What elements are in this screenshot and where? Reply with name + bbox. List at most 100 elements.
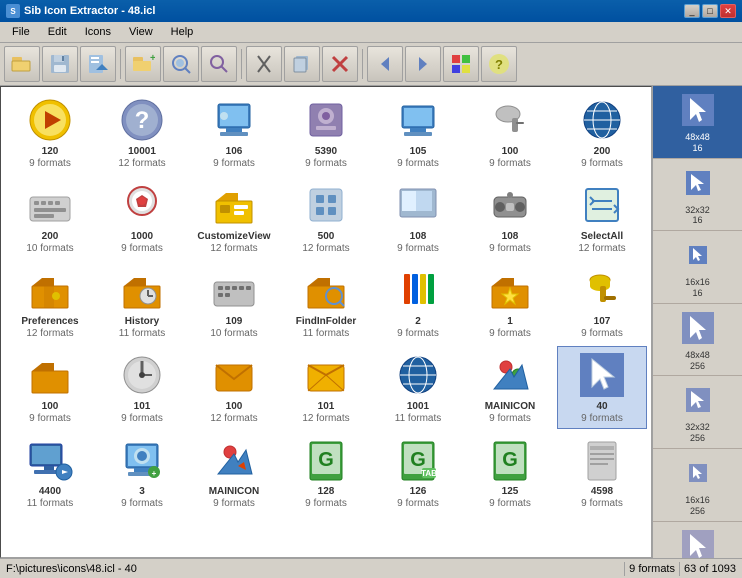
icon-cell-4[interactable]: 5390 9 formats (281, 91, 371, 174)
save-button[interactable] (42, 46, 78, 82)
icon-formats-9: 9 formats (121, 243, 163, 254)
panel-icon-4 (678, 308, 718, 348)
icon-cell-23[interactable]: 101 9 formats (97, 346, 187, 429)
icon-formats-8: 10 formats (26, 243, 73, 254)
panel-icon-3 (678, 235, 718, 275)
add-folder-button[interactable]: + (125, 46, 161, 82)
prev-button[interactable] (367, 46, 403, 82)
icon-cell-34[interactable]: G 125 9 formats (465, 431, 555, 514)
icon-formats-10: 12 formats (210, 243, 257, 254)
icon-cell-18[interactable]: FindInFolder 11 formats (281, 261, 371, 344)
icon-cell-24[interactable]: 100 12 formats (189, 346, 279, 429)
icon-cell-8[interactable]: 200 10 formats (5, 176, 95, 259)
windows-button[interactable] (443, 46, 479, 82)
sep1 (120, 49, 121, 79)
icon-formats-28: 9 formats (581, 413, 623, 424)
icon-cell-22[interactable]: 100 9 formats (5, 346, 95, 429)
icon-cell-29[interactable]: 4400 11 formats (5, 431, 95, 514)
panel-item-48x48-32bpp[interactable]: 48x4832bpp (653, 522, 742, 558)
icon-cell-19[interactable]: 2 9 formats (373, 261, 463, 344)
icon-cell-13[interactable]: 108 9 formats (465, 176, 555, 259)
panel-item-32x32-16[interactable]: 32x3216 (653, 159, 742, 232)
icon-formats-20: 9 formats (489, 328, 531, 339)
icon-cell-14[interactable]: SelectAll 12 formats (557, 176, 647, 259)
icon-cell-35[interactable]: 4598 9 formats (557, 431, 647, 514)
icon-cell-11[interactable]: 500 12 formats (281, 176, 371, 259)
menu-view[interactable]: View (121, 24, 161, 40)
menu-edit[interactable]: Edit (40, 24, 75, 40)
icon-cell-27[interactable]: MAINICON 9 formats (465, 346, 555, 429)
icon-name-9: 1000 (131, 231, 153, 243)
icon-name-8: 200 (42, 231, 59, 243)
icon-cell-12[interactable]: 108 9 formats (373, 176, 463, 259)
open-button[interactable] (4, 46, 40, 82)
icon-name-25: 101 (318, 401, 335, 413)
panel-item-32x32-256[interactable]: 32x32256 (653, 376, 742, 449)
svg-text:+: + (150, 53, 155, 64)
icon-img-35 (578, 436, 626, 484)
icon-cell-1[interactable]: 120 9 formats (5, 91, 95, 174)
icon-img-3 (210, 96, 258, 144)
icon-name-24: 100 (226, 401, 243, 413)
icon-name-12: 108 (410, 231, 427, 243)
icon-cell-9[interactable]: 1000 9 formats (97, 176, 187, 259)
icon-cell-26[interactable]: 1001 11 formats (373, 346, 463, 429)
icon-name-7: 200 (594, 146, 611, 158)
delete-button[interactable] (322, 46, 358, 82)
maximize-button[interactable]: □ (702, 4, 718, 18)
panel-item-16x16-256[interactable]: 16x16256 (653, 449, 742, 522)
panel-item-16x16-16[interactable]: 16x1616 (653, 231, 742, 304)
icon-img-13 (486, 181, 534, 229)
icon-cell-5[interactable]: 105 9 formats (373, 91, 463, 174)
icon-cell-32[interactable]: G 128 9 formats (281, 431, 371, 514)
icon-cell-28[interactable]: 40 9 formats (557, 346, 647, 429)
copy-button[interactable] (284, 46, 320, 82)
panel-item-48x48-16[interactable]: 48x4816 (653, 86, 742, 159)
svg-text:G: G (502, 449, 518, 471)
icon-cell-15[interactable]: Preferences 12 formats (5, 261, 95, 344)
icon-img-2: ? (118, 96, 166, 144)
panel-label-5: 32x32256 (685, 422, 710, 444)
icon-grid-container[interactable]: 120 9 formats ? 10001 12 formats (0, 86, 652, 558)
icon-img-14 (578, 181, 626, 229)
app-icon: S (6, 4, 20, 18)
icon-cell-2[interactable]: ? 10001 12 formats (97, 91, 187, 174)
panel-icon-2 (678, 163, 718, 203)
panel-item-48x48-256[interactable]: 48x48256 (653, 304, 742, 377)
icon-cell-17[interactable]: 109 10 formats (189, 261, 279, 344)
icon-cell-33[interactable]: G TAB 126 9 formats (373, 431, 463, 514)
menu-bar: File Edit Icons View Help (0, 22, 742, 43)
window-controls: _ □ ✕ (684, 4, 736, 18)
icon-name-29: 4400 (39, 486, 61, 498)
icon-cell-10[interactable]: CustomizeView 12 formats (189, 176, 279, 259)
icon-cell-20[interactable]: 1 9 formats (465, 261, 555, 344)
icon-cell-31[interactable]: MAINICON 9 formats (189, 431, 279, 514)
close-button[interactable]: ✕ (720, 4, 736, 18)
help-button[interactable]: ? (481, 46, 517, 82)
next-button[interactable] (405, 46, 441, 82)
icon-cell-3[interactable]: 106 9 formats (189, 91, 279, 174)
icon-name-27: MAINICON (485, 401, 536, 413)
status-formats: 9 formats (629, 563, 675, 575)
icon-name-17: 109 (226, 316, 243, 328)
icon-name-31: MAINICON (209, 486, 260, 498)
minimize-button[interactable]: _ (684, 4, 700, 18)
find-button[interactable] (201, 46, 237, 82)
panel-label-3: 16x1616 (685, 277, 710, 299)
icon-name-20: 1 (507, 316, 513, 328)
title-bar: S Sib Icon Extractor - 48.icl _ □ ✕ (0, 0, 742, 22)
icon-cell-7[interactable]: 200 9 formats (557, 91, 647, 174)
menu-file[interactable]: File (4, 24, 38, 40)
icon-cell-25[interactable]: 101 12 formats (281, 346, 371, 429)
icon-formats-19: 9 formats (397, 328, 439, 339)
icon-cell-30[interactable]: + 3 9 formats (97, 431, 187, 514)
icon-cell-16[interactable]: History 11 formats (97, 261, 187, 344)
export-button[interactable] (80, 46, 116, 82)
menu-help[interactable]: Help (163, 24, 202, 40)
search-file-button[interactable] (163, 46, 199, 82)
cut-button[interactable] (246, 46, 282, 82)
icon-cell-21[interactable]: 107 9 formats (557, 261, 647, 344)
icon-cell-6[interactable]: 100 9 formats (465, 91, 555, 174)
menu-icons[interactable]: Icons (77, 24, 119, 40)
icon-name-19: 2 (415, 316, 421, 328)
